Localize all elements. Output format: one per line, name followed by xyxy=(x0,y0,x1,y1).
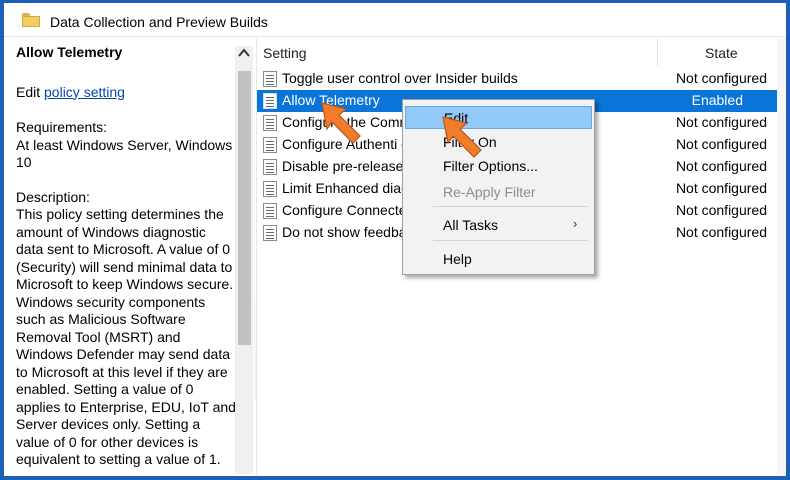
scrollbar-thumb[interactable] xyxy=(238,71,251,345)
policy-title: Allow Telemetry xyxy=(16,44,123,60)
menu-separator xyxy=(433,206,588,207)
window-frame: PC k.com Data Collection and Preview Bui… xyxy=(4,3,786,476)
column-setting[interactable]: Setting xyxy=(263,45,307,61)
menu-item-label: Edit xyxy=(444,110,469,126)
setting-state: Not configured xyxy=(675,224,767,240)
policy-setting-icon xyxy=(263,137,277,153)
context-menu: Edit Filter On Filter Options... Re-Apply F… xyxy=(402,99,595,275)
table-row[interactable]: Toggle user control over Insider builds N… xyxy=(257,68,779,90)
setting-state: Not configured xyxy=(675,158,767,174)
folder-icon xyxy=(22,13,40,27)
setting-state: Enabled xyxy=(691,92,743,108)
setting-state: Not configured xyxy=(675,70,767,86)
setting-state: Not configured xyxy=(675,180,767,196)
menu-item-filter-options[interactable]: Filter Options... xyxy=(405,155,592,178)
menu-item-re-apply-filter[interactable]: Re-Apply Filter xyxy=(405,181,592,204)
policy-setting-icon xyxy=(263,93,277,109)
policy-setting-icon xyxy=(263,225,277,241)
policy-setting-icon xyxy=(263,159,277,175)
submenu-arrow-icon: › xyxy=(573,216,578,231)
menu-item-label: Filter Options... xyxy=(443,158,538,174)
menu-separator xyxy=(433,240,588,241)
setting-state: Not configured xyxy=(675,202,767,218)
column-header: Setting State xyxy=(257,38,786,66)
requirements-text: At least Windows Server, Windows 10 xyxy=(16,136,233,171)
policy-setting-icon xyxy=(263,71,277,87)
window-title: Data Collection and Preview Builds xyxy=(50,14,268,30)
description-scrollbar[interactable] xyxy=(235,46,253,474)
edit-prefix: Edit xyxy=(16,83,45,100)
menu-item-label: All Tasks xyxy=(443,217,498,233)
menu-item-help[interactable]: Help xyxy=(405,248,592,271)
policy-setting-icon xyxy=(263,181,277,197)
requirements-label: Requirements: xyxy=(16,119,108,135)
description-text: This policy setting determines the amoun… xyxy=(16,206,236,467)
menu-item-label: Re-Apply Filter xyxy=(443,184,536,200)
setting-state: Not configured xyxy=(675,136,767,152)
setting-state: Not configured xyxy=(675,114,767,130)
description-pane: Allow Telemetry Edit policy setting Requ… xyxy=(4,38,254,476)
policy-setting-icon xyxy=(263,203,277,219)
menu-item-label: Help xyxy=(443,251,472,267)
description-label: Description: xyxy=(16,188,90,205)
column-divider[interactable] xyxy=(657,38,658,66)
menu-item-label: Filter On xyxy=(443,134,497,150)
scroll-up-icon[interactable] xyxy=(238,47,250,59)
policy-setting-link[interactable]: policy setting xyxy=(44,84,125,100)
menu-item-all-tasks[interactable]: All Tasks › xyxy=(405,214,592,237)
window-header: Data Collection and Preview Builds xyxy=(4,3,786,37)
column-state[interactable]: State xyxy=(705,45,738,61)
list-scrollbar[interactable] xyxy=(777,38,786,476)
menu-item-filter-on[interactable]: Filter On xyxy=(405,131,592,154)
policy-setting-icon xyxy=(263,115,277,131)
menu-item-edit[interactable]: Edit xyxy=(405,106,592,129)
edit-policy-line: Edit policy setting xyxy=(16,84,236,102)
setting-name: Toggle user control over Insider builds xyxy=(282,70,518,86)
